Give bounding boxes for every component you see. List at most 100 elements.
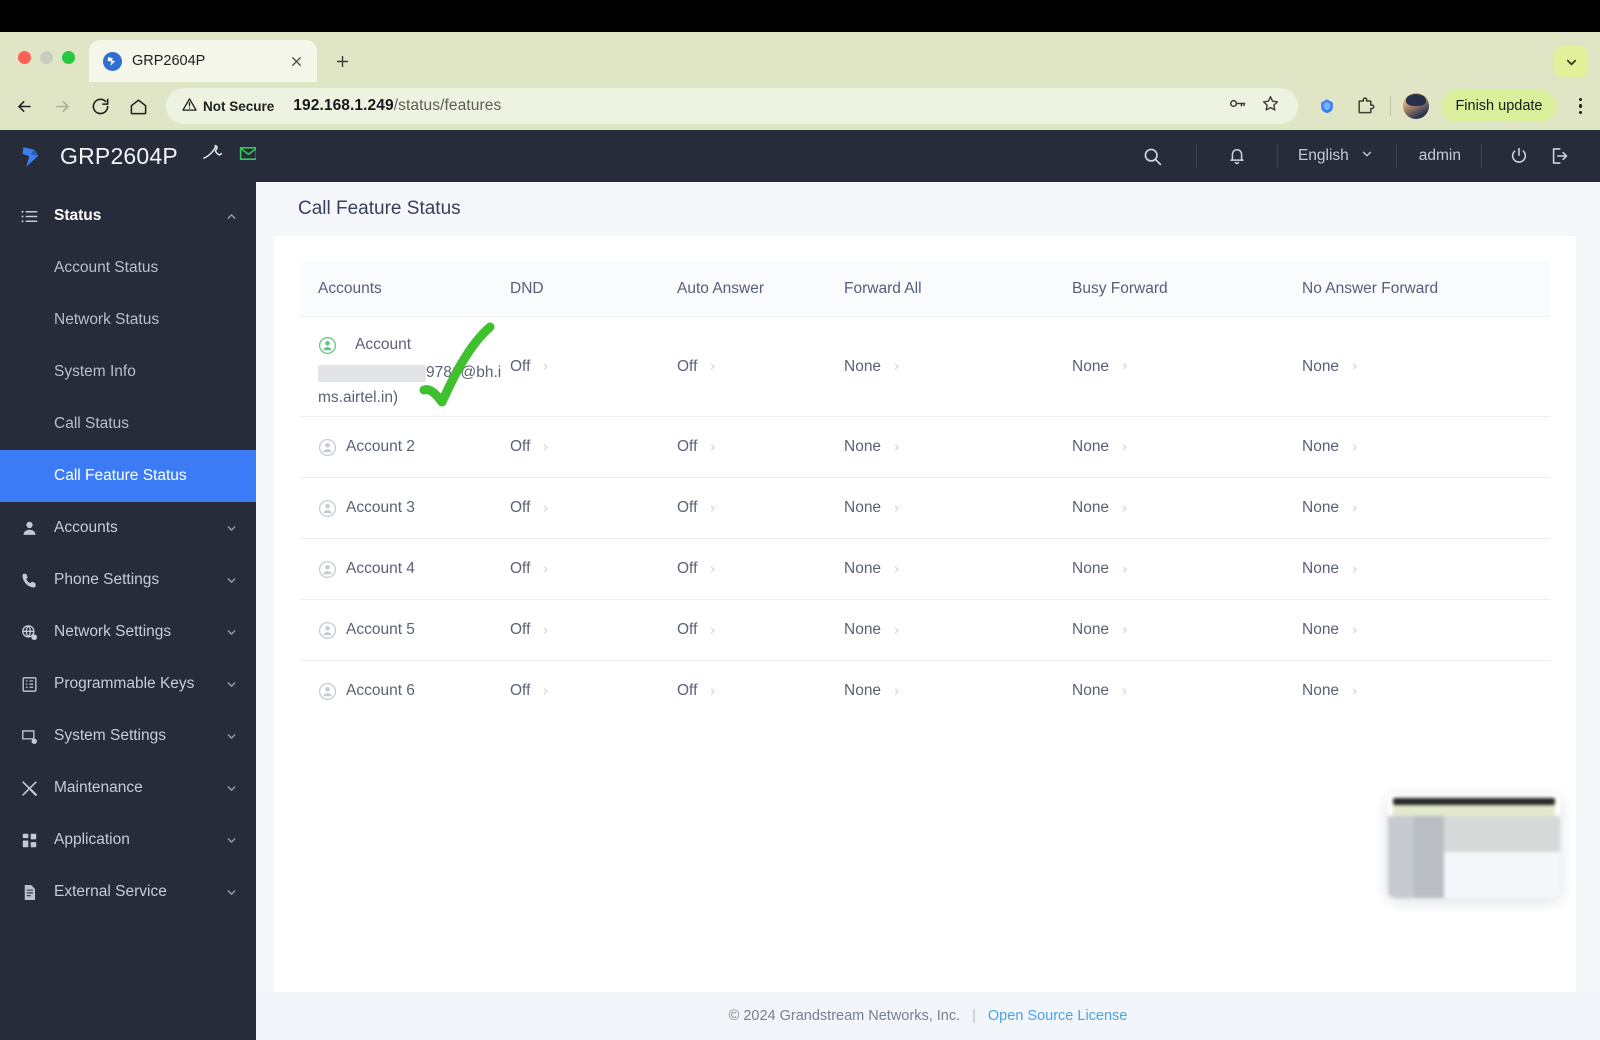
arrow-right-icon[interactable] [44,88,80,124]
chevron-down-icon[interactable] [225,730,238,743]
chevron-right-icon[interactable] [1350,441,1359,454]
chevron-down-icon[interactable] [225,626,238,639]
sidebar-item-network-status[interactable]: Network Status [0,294,256,346]
cell-dnd[interactable]: Off [510,661,677,722]
envelope-icon[interactable] [238,143,256,169]
chevron-right-icon[interactable] [892,502,901,515]
chevron-down-icon[interactable] [225,574,238,587]
kebab-menu-icon[interactable] [1569,97,1587,115]
chevron-right-icon[interactable] [1350,502,1359,515]
cell-auto-answer[interactable]: Off [677,599,844,661]
cell-no-answer-forward[interactable]: None [1302,599,1550,661]
chevron-right-icon[interactable] [541,502,550,515]
cell-forward-all[interactable]: None [844,599,1072,661]
sidebar-item-network-settings[interactable]: Network Settings [0,606,256,658]
arrow-left-icon[interactable] [6,88,42,124]
user-label[interactable]: admin [1419,147,1461,165]
cell-no-answer-forward[interactable]: None [1302,661,1550,722]
chevron-right-icon[interactable] [708,502,717,515]
sidebar-item-programmable-keys[interactable]: Programmable Keys [0,658,256,710]
chevron-right-icon[interactable] [892,360,901,373]
chevron-up-icon[interactable] [225,210,238,223]
sidebar-item-application[interactable]: Application [0,814,256,866]
chevron-down-icon[interactable] [225,886,238,899]
phone-handset-icon[interactable] [201,143,223,169]
chevron-right-icon[interactable] [1120,441,1129,454]
cell-forward-all[interactable]: None [844,316,1072,417]
chevron-right-icon[interactable] [1120,624,1129,637]
sidebar-item-system-info[interactable]: System Info [0,346,256,398]
cell-dnd[interactable]: Off [510,599,677,661]
chevron-right-icon[interactable] [892,624,901,637]
blurred-window-preview[interactable] [1388,794,1560,898]
power-icon[interactable] [1502,140,1536,172]
window-controls[interactable] [10,32,89,82]
chevron-down-icon[interactable] [225,834,238,847]
table-row[interactable]: Account 6 Off Off None None None [300,661,1550,722]
close-window-button[interactable] [18,50,31,64]
chevron-right-icon[interactable] [1120,360,1129,373]
cell-no-answer-forward[interactable]: None [1302,316,1550,417]
language-selector[interactable]: English [1298,147,1374,166]
chevron-right-icon[interactable] [892,563,901,576]
chevron-right-icon[interactable] [708,624,717,637]
cell-busy-forward[interactable]: None [1072,661,1302,722]
sidebar-item-status[interactable]: Status [0,190,256,242]
chevron-right-icon[interactable] [1350,624,1359,637]
address-bar[interactable]: Not Secure 192.168.1.249/status/features [166,88,1299,124]
chevron-right-icon[interactable] [1350,563,1359,576]
star-icon[interactable] [1261,94,1280,118]
sidebar-item-call-status[interactable]: Call Status [0,398,256,450]
cell-forward-all[interactable]: None [844,661,1072,722]
chevron-right-icon[interactable] [1350,360,1359,373]
logout-icon[interactable] [1542,140,1576,172]
cell-dnd[interactable]: Off [510,477,677,539]
cell-forward-all[interactable]: None [844,477,1072,539]
table-row[interactable]: Account 3 Off Off None None None [300,477,1550,539]
reload-icon[interactable] [82,88,118,124]
chevron-right-icon[interactable] [708,563,717,576]
chevron-right-icon[interactable] [892,441,901,454]
cell-auto-answer[interactable]: Off [677,416,844,478]
chevron-right-icon[interactable] [541,685,550,698]
browser-tab[interactable]: GRP2604P [89,40,317,82]
sidebar-item-call-feature-status[interactable]: Call Feature Status [0,450,256,502]
chevron-down-icon[interactable] [225,522,238,535]
cell-dnd[interactable]: Off [510,416,677,478]
chevron-right-icon[interactable] [541,563,550,576]
table-row[interactable]: Account 2 Off Off None None None [300,416,1550,478]
cell-forward-all[interactable]: None [844,416,1072,478]
table-row[interactable]: Account 9786@bh.ims.airtel.in) Off Off N… [300,316,1550,417]
minimize-window-button[interactable] [40,50,53,64]
cell-no-answer-forward[interactable]: None [1302,477,1550,539]
cell-busy-forward[interactable]: None [1072,599,1302,661]
home-icon[interactable] [120,88,156,124]
chevron-down-icon[interactable] [1554,46,1588,78]
open-source-license-link[interactable]: Open Source License [988,1008,1127,1024]
table-row[interactable]: Account 5 Off Off None None None [300,599,1550,661]
chevron-right-icon[interactable] [1120,502,1129,515]
cell-forward-all[interactable]: None [844,538,1072,600]
plus-icon[interactable] [327,46,357,76]
yandex-extension-icon[interactable] [1314,93,1340,119]
chevron-right-icon[interactable] [708,360,717,373]
notification-bell-icon[interactable] [1217,140,1257,172]
security-status[interactable]: Not Secure [176,93,284,119]
profile-avatar[interactable] [1403,93,1430,119]
chevron-down-icon[interactable] [225,782,238,795]
sidebar-item-phone-settings[interactable]: Phone Settings [0,554,256,606]
cell-busy-forward[interactable]: None [1072,416,1302,478]
cell-no-answer-forward[interactable]: None [1302,538,1550,600]
chevron-right-icon[interactable] [1120,563,1129,576]
sidebar-item-system-settings[interactable]: System Settings [0,710,256,762]
sidebar-item-maintenance[interactable]: Maintenance [0,762,256,814]
cell-auto-answer[interactable]: Off [677,661,844,722]
chevron-right-icon[interactable] [541,441,550,454]
close-icon[interactable] [285,50,307,72]
chevron-right-icon[interactable] [708,441,717,454]
cell-auto-answer[interactable]: Off [677,477,844,539]
cell-dnd[interactable]: Off [510,538,677,600]
cell-busy-forward[interactable]: None [1072,538,1302,600]
chevron-right-icon[interactable] [1350,685,1359,698]
search-icon[interactable] [1130,140,1176,172]
